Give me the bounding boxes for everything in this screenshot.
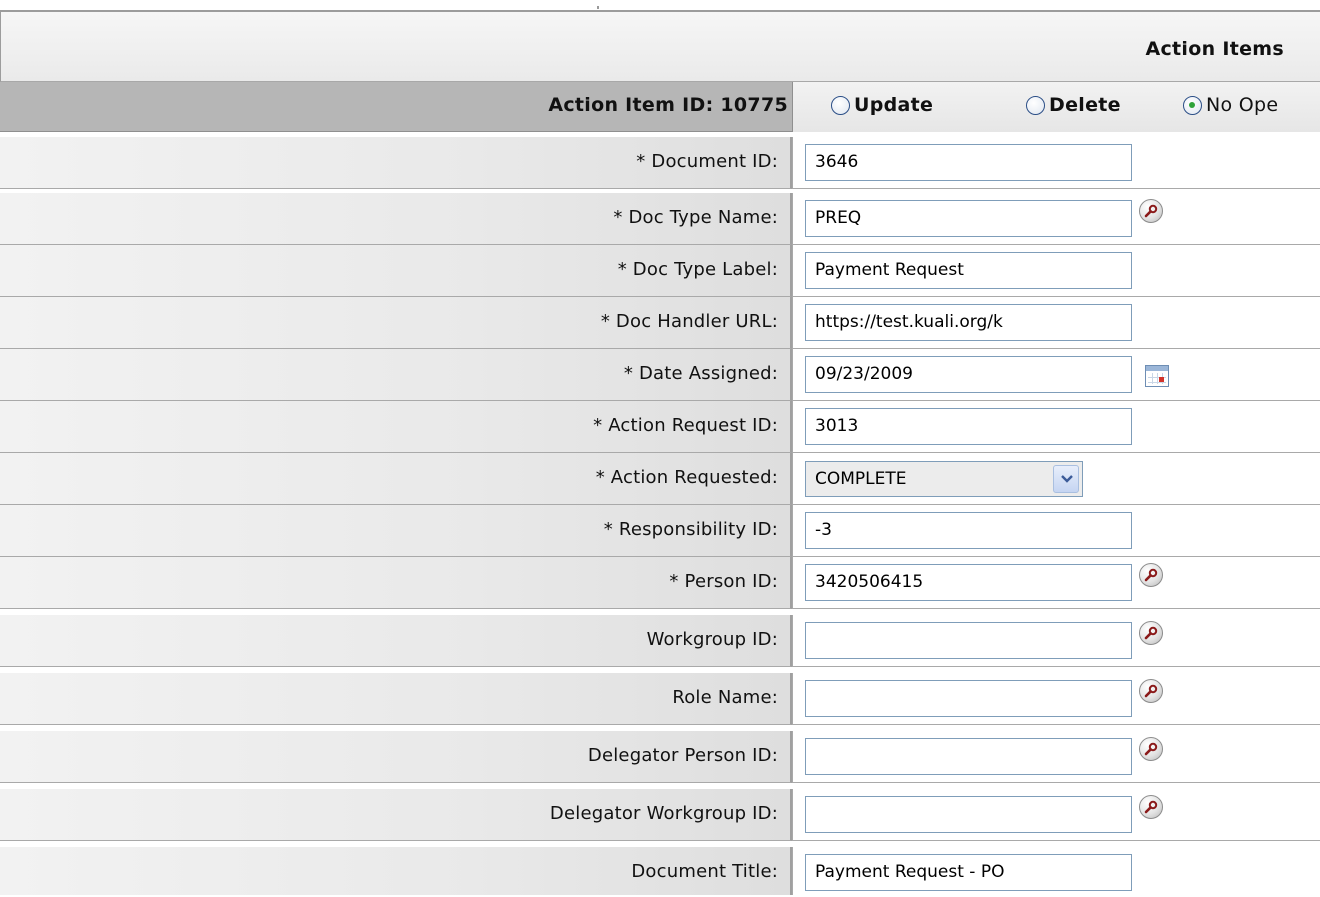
radio-option-update[interactable]: Update <box>831 94 933 116</box>
top-strip <box>0 0 1320 10</box>
doc-handler-url-label: * Doc Handler URL: <box>600 311 778 332</box>
document-id-input[interactable]: 3646 <box>805 144 1132 181</box>
person-id-label: * Person ID: <box>669 571 778 592</box>
operation-options: Update Delete No Ope <box>792 82 1320 132</box>
action-requested-label: * Action Requested: <box>595 467 778 488</box>
doc-type-name-label: * Doc Type Name: <box>613 207 778 228</box>
action-item-row: Action Item ID: 10775 Update Delete No O… <box>0 82 1320 132</box>
no-operation-label: No Ope <box>1206 94 1279 116</box>
field-row-document-title: Document Title: Payment Request - PO <box>0 847 1320 895</box>
role-name-label: Role Name: <box>672 687 778 708</box>
action-requested-value: COMPLETE <box>815 469 907 489</box>
field-row-action-request-id: * Action Request ID: 3013 <box>0 401 1320 453</box>
delete-radio[interactable] <box>1026 95 1045 115</box>
workgroup-id-input[interactable] <box>805 622 1132 659</box>
doc-type-name-input[interactable]: PREQ <box>805 200 1132 237</box>
delegator-person-id-label: Delegator Person ID: <box>587 745 778 766</box>
document-title-input[interactable]: Payment Request - PO <box>805 854 1132 891</box>
responsibility-id-input[interactable]: -3 <box>805 512 1132 549</box>
delete-label: Delete <box>1049 94 1121 116</box>
field-row-delegator-person-id: Delegator Person ID: <box>0 731 1320 783</box>
workgroup-id-label: Workgroup ID: <box>646 629 778 650</box>
radio-option-delete[interactable]: Delete <box>1026 94 1121 116</box>
field-row-delegator-workgroup-id: Delegator Workgroup ID: <box>0 789 1320 841</box>
field-row-role-name: Role Name: <box>0 673 1320 725</box>
delegator-workgroup-id-input[interactable] <box>805 796 1132 833</box>
action-request-id-input[interactable]: 3013 <box>805 408 1132 445</box>
radio-option-no-operation[interactable]: No Ope <box>1183 94 1278 116</box>
field-row-date-assigned: * Date Assigned: 09/23/2009 <box>0 349 1320 401</box>
document-title-label: Document Title: <box>631 861 778 882</box>
search-icon[interactable] <box>1139 199 1163 223</box>
field-row-responsibility-id: * Responsibility ID: -3 <box>0 505 1320 557</box>
date-assigned-label: * Date Assigned: <box>623 363 778 384</box>
doc-type-label-input[interactable]: Payment Request <box>805 252 1132 289</box>
no-operation-radio[interactable] <box>1183 95 1202 115</box>
field-row-document-id: * Document ID: 3646 <box>0 137 1320 189</box>
document-id-label: * Document ID: <box>636 151 778 172</box>
field-row-workgroup-id: Workgroup ID: <box>0 615 1320 667</box>
chevron-down-icon[interactable] <box>1053 465 1079 493</box>
field-row-doc-type-label: * Doc Type Label: Payment Request <box>0 245 1320 297</box>
update-radio[interactable] <box>831 95 850 115</box>
delegator-person-id-input[interactable] <box>805 738 1132 775</box>
action-requested-select[interactable]: COMPLETE <box>805 461 1083 497</box>
action-request-id-label: * Action Request ID: <box>593 415 778 436</box>
search-icon[interactable] <box>1139 795 1163 819</box>
field-row-doc-type-name: * Doc Type Name: PREQ <box>0 193 1320 245</box>
role-name-input[interactable] <box>805 680 1132 717</box>
field-row-person-id: * Person ID: 3420506415 <box>0 557 1320 609</box>
search-icon[interactable] <box>1139 737 1163 761</box>
section-title: Action Items <box>1145 38 1284 60</box>
divider-tick <box>597 6 599 9</box>
search-icon[interactable] <box>1139 563 1163 587</box>
search-icon[interactable] <box>1139 621 1163 645</box>
responsibility-id-label: * Responsibility ID: <box>603 519 778 540</box>
search-icon[interactable] <box>1139 679 1163 703</box>
doc-handler-url-input[interactable]: https://test.kuali.org/k <box>805 304 1132 341</box>
action-item-id: Action Item ID: 10775 <box>548 94 788 116</box>
date-assigned-input[interactable]: 09/23/2009 <box>805 356 1132 393</box>
doc-type-label-label: * Doc Type Label: <box>617 259 778 280</box>
person-id-input[interactable]: 3420506415 <box>805 564 1132 601</box>
section-header: Action Items <box>0 10 1320 82</box>
update-label: Update <box>854 94 934 116</box>
delegator-workgroup-id-label: Delegator Workgroup ID: <box>549 803 778 824</box>
calendar-icon[interactable] <box>1145 365 1169 387</box>
field-row-doc-handler-url: * Doc Handler URL: https://test.kuali.or… <box>0 297 1320 349</box>
field-row-action-requested: * Action Requested: COMPLETE <box>0 453 1320 505</box>
